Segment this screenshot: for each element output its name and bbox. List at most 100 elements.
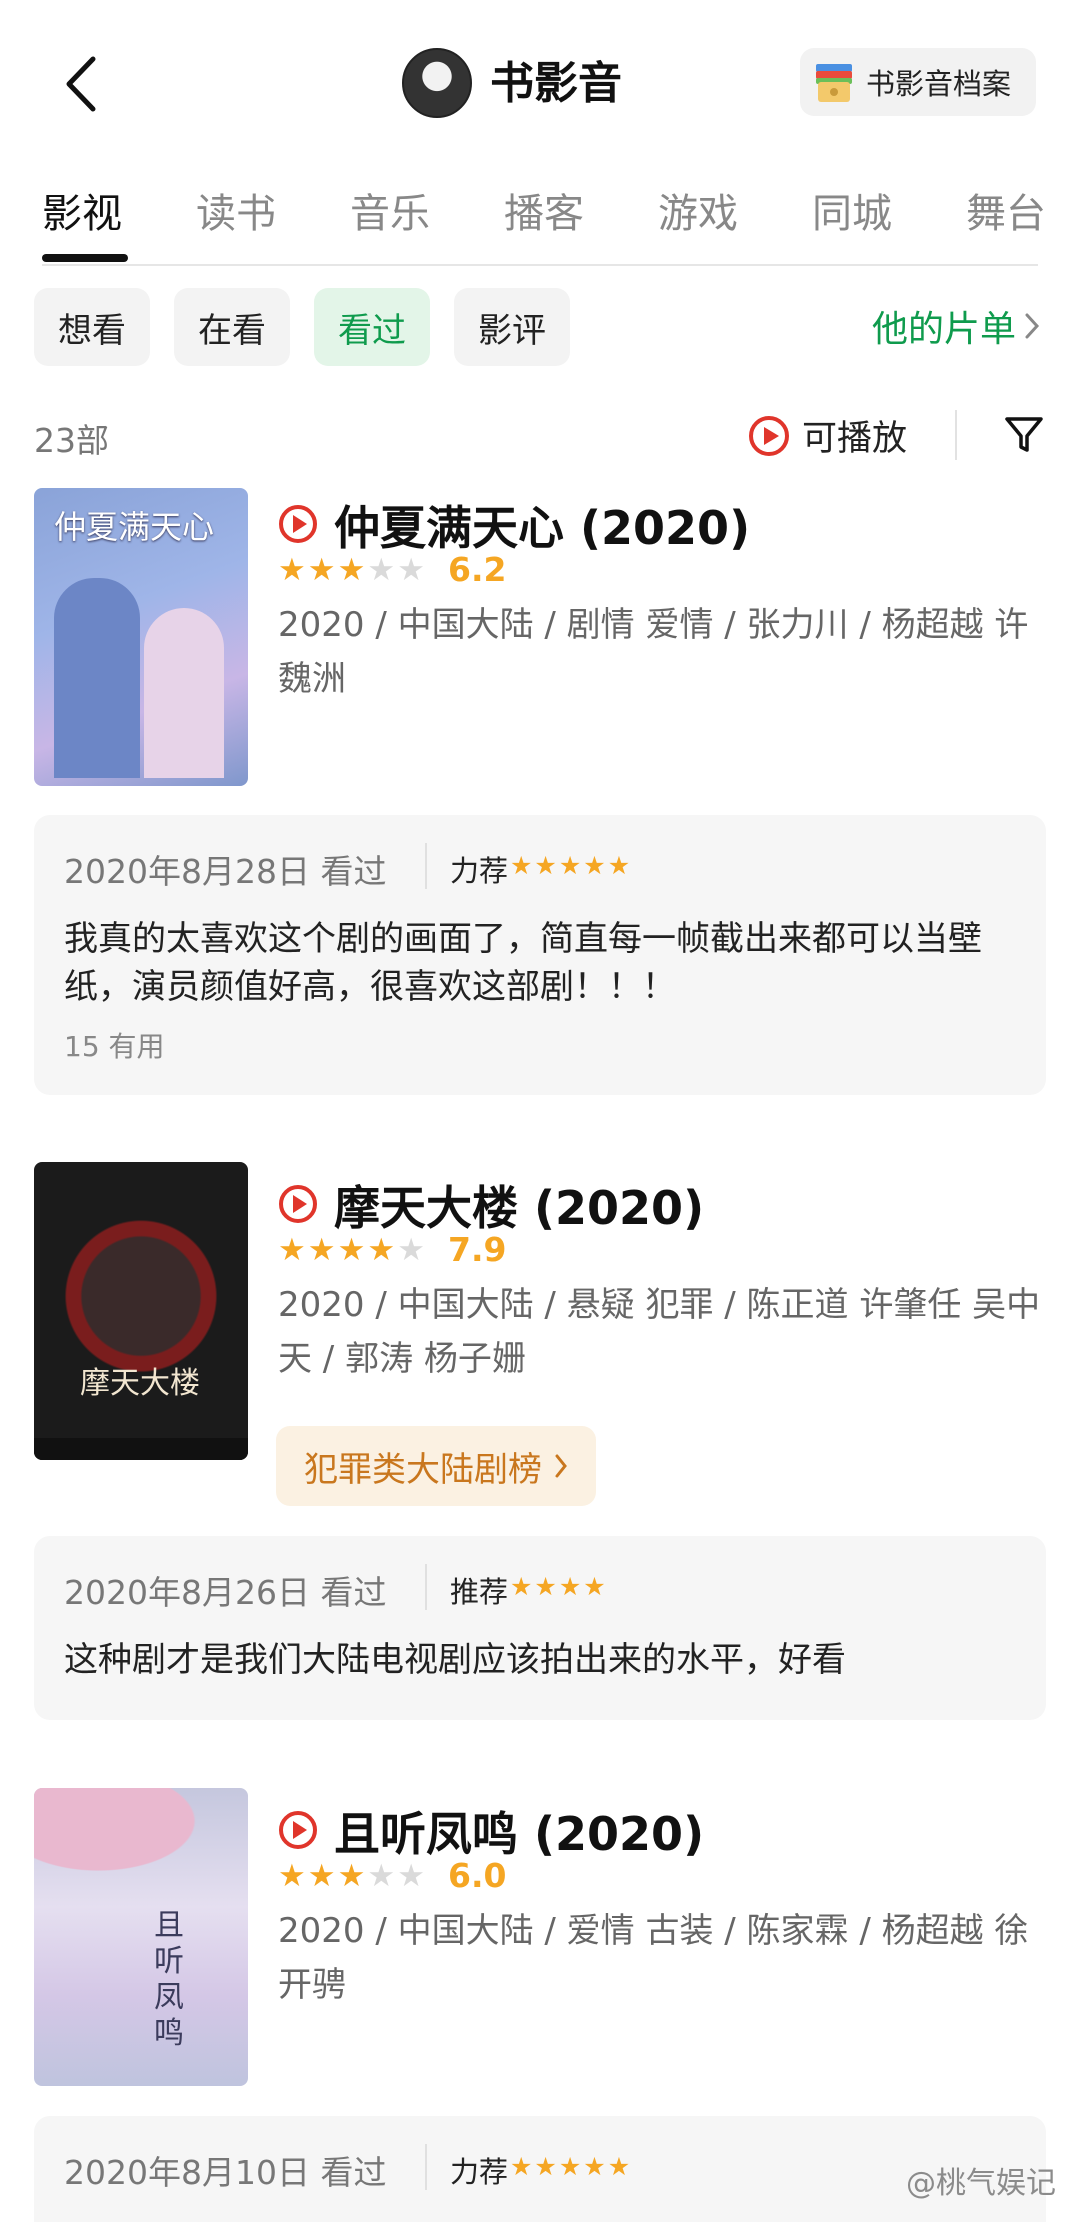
movie-poster[interactable]: 摩天大楼 [34, 1162, 248, 1460]
tab-books[interactable]: 读书 [196, 184, 350, 254]
review-stars: ★ ★ ★ ★ ★ [510, 2152, 630, 2181]
tab-podcast[interactable]: 播客 [504, 184, 658, 254]
star-icon: ★ [307, 1232, 336, 1268]
star-icon: ★ [367, 1232, 396, 1268]
star-icon: ★ [367, 1858, 396, 1894]
playable-toggle[interactable]: 可播放 [748, 410, 907, 461]
movie-title[interactable]: 且听凤鸣 (2020) [334, 1798, 704, 1864]
poster-title: 且听凤鸣 [154, 1908, 184, 2051]
movie-meta: 2020 / 中国大陆 / 爱情 古装 / 陈家霖 / 杨超越 徐开骋 [278, 1911, 1029, 2005]
review-card[interactable]: 2020年8月26日 看过 推荐 ★ ★ ★ ★ 这种剧才是我们大陆电视剧应该拍出来的… [34, 1536, 1046, 1720]
star-icon: ★ [583, 851, 606, 880]
star-icon: ★ [337, 1858, 366, 1894]
movie-poster[interactable]: 仲夏满天心 [34, 488, 248, 786]
chevron-right-icon [1025, 313, 1040, 339]
star-icon: ★ [534, 2152, 557, 2181]
watermark: @桃气娱记 [906, 2166, 1056, 2201]
movie-meta: 2020 / 中国大陆 / 悬疑 犯罪 / 陈正道 许肇任 吴中天 / 郭涛 杨… [278, 1285, 1041, 1379]
play-circle-icon [749, 415, 789, 456]
category-tabs: 影视 读书 音乐 播客 游戏 同城 舞台 [42, 184, 1056, 254]
page-title: 书影音 [490, 58, 622, 109]
tab-stage[interactable]: 舞台 [966, 184, 1056, 254]
star-icon: ★ [583, 1572, 606, 1601]
rating-stars: ★ ★ ★ ★ ★ [278, 1858, 425, 1894]
star-icon: ★ [558, 2152, 582, 2181]
item-count: 23部 [34, 421, 109, 460]
filter-want[interactable]: 想看 [34, 288, 150, 366]
archive-button[interactable]: 书影音档案 [800, 48, 1036, 116]
play-circle-icon[interactable] [278, 504, 318, 544]
review-card[interactable]: 2020年8月28日 看过 力荐 ★ ★ ★ ★ ★ 我真的太喜欢这个剧的画面了，简直每… [34, 815, 1046, 1095]
avatar[interactable] [402, 48, 472, 118]
star-icon: ★ [278, 1232, 306, 1268]
filter-icon[interactable] [1003, 414, 1045, 456]
rank-badge-label: 犯罪类大陆剧榜 [304, 1449, 542, 1490]
back-button[interactable] [50, 48, 110, 120]
rating-score: 6.0 [448, 1856, 507, 1895]
tab-local[interactable]: 同城 [812, 184, 966, 254]
tab-film[interactable]: 影视 [42, 184, 196, 254]
rating-score: 7.9 [448, 1230, 507, 1269]
divider [425, 843, 427, 889]
archive-box-icon [816, 64, 852, 102]
his-list-label: 他的片单 [871, 309, 1016, 350]
divider [425, 1564, 427, 1610]
review-verdict: 力荐 [450, 854, 509, 888]
movie-title[interactable]: 仲夏满天心 (2020) [334, 492, 750, 558]
star-icon: ★ [397, 552, 425, 588]
review-date: 2020年8月26日 看过 [64, 1573, 387, 1612]
poster-figure [54, 578, 140, 778]
poster-tree [34, 1788, 248, 1898]
movie-poster[interactable]: 且听凤鸣 [34, 1788, 248, 2086]
tab-games[interactable]: 游戏 [658, 184, 812, 254]
review-text: 我真的太喜欢这个剧的画面了，简直每一帧截出来都可以当壁纸，演员颜值好高，很喜欢这… [64, 919, 982, 1007]
play-circle-icon[interactable] [278, 1184, 318, 1224]
tab-music[interactable]: 音乐 [350, 184, 504, 254]
top-bar: 书影音 书影音档案 [0, 0, 1080, 170]
filter-watching[interactable]: 在看 [174, 288, 290, 366]
star-icon: ★ [607, 2152, 631, 2181]
star-icon: ★ [510, 1572, 533, 1601]
star-icon: ★ [337, 552, 366, 588]
star-icon: ★ [607, 851, 631, 880]
filter-watched[interactable]: 看过 [314, 288, 430, 366]
star-icon: ★ [397, 1858, 425, 1894]
review-verdict: 力荐 [450, 2155, 509, 2189]
chevron-left-icon [66, 56, 96, 112]
rating-stars: ★ ★ ★ ★ ★ [278, 1232, 425, 1268]
star-icon: ★ [307, 1858, 336, 1894]
movie-title[interactable]: 摩天大楼 (2020) [334, 1172, 704, 1238]
star-icon: ★ [534, 851, 557, 880]
review-verdict: 推荐 [450, 1575, 509, 1609]
active-tab-indicator [42, 254, 128, 262]
rank-badge[interactable]: 犯罪类大陆剧榜 [276, 1426, 596, 1506]
star-icon: ★ [558, 851, 582, 880]
divider [955, 410, 957, 460]
review-stars: ★ ★ ★ ★ ★ [510, 851, 630, 880]
play-circle-icon[interactable] [278, 1810, 318, 1850]
star-icon: ★ [510, 2152, 533, 2181]
useful-count[interactable]: 15 有用 [64, 1025, 165, 1065]
star-icon: ★ [534, 1572, 557, 1601]
star-icon: ★ [367, 552, 396, 588]
star-icon: ★ [337, 1232, 366, 1268]
review-text: 这种剧才是我们大陆电视剧应该拍出来的水平，好看 [64, 1640, 846, 1680]
review-date: 2020年8月28日 看过 [64, 852, 387, 891]
star-icon: ★ [510, 851, 533, 880]
archive-label: 书影音档案 [866, 67, 1012, 101]
playable-label: 可播放 [802, 419, 908, 459]
filter-reviews[interactable]: 影评 [454, 288, 570, 366]
star-icon: ★ [397, 1232, 425, 1268]
chevron-right-icon [555, 1454, 567, 1478]
star-icon: ★ [278, 552, 306, 588]
his-list-link[interactable]: 他的片单 [872, 300, 1040, 352]
movie-meta: 2020 / 中国大陆 / 剧情 爱情 / 张力川 / 杨超越 许魏洲 [278, 605, 1029, 699]
review-card[interactable]: 2020年8月10日 看过 力荐 ★ ★ ★ ★ ★ [34, 2116, 1046, 2222]
poster-figure [144, 608, 224, 778]
rating-score: 6.2 [448, 550, 507, 589]
review-stars: ★ ★ ★ ★ [510, 1572, 606, 1601]
star-icon: ★ [583, 2152, 606, 2181]
tabs-divider [42, 264, 1038, 266]
star-icon: ★ [278, 1858, 306, 1894]
review-date: 2020年8月10日 看过 [64, 2153, 387, 2192]
